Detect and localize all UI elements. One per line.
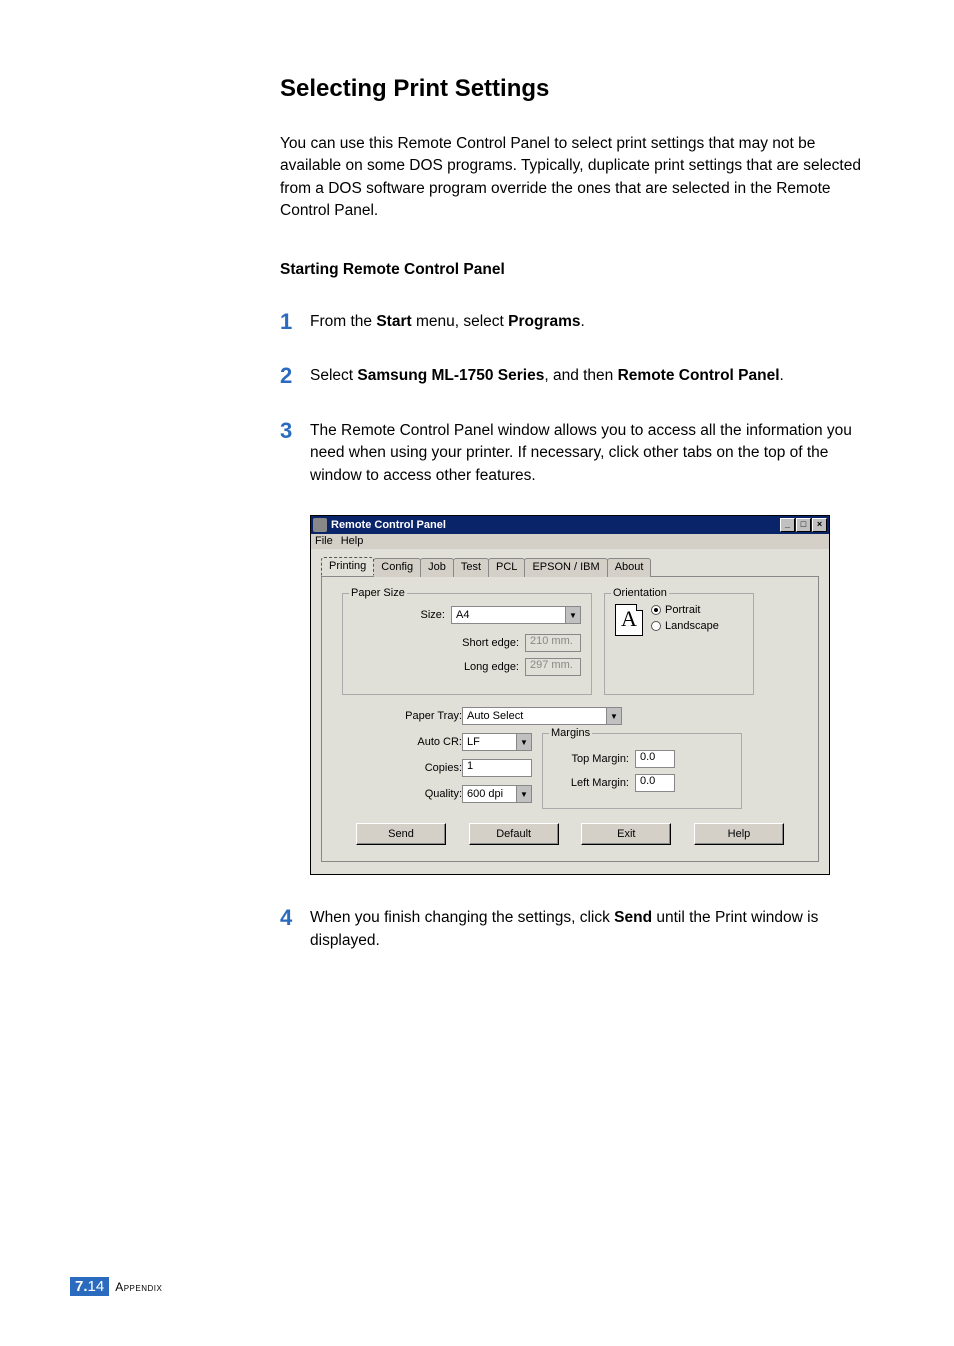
fieldset-margins: Margins Top Margin: 0.0 Left Margin: 0.0 [542, 733, 742, 809]
step-number: 2 [280, 363, 310, 389]
bold-text: Send [614, 909, 652, 926]
chevron-down-icon: ▼ [516, 786, 531, 802]
bold-text: Start [376, 313, 411, 330]
footer-page-badge: 7.14 [70, 1277, 109, 1296]
tab-strip: Printing Config Job Test PCL EPSON / IBM… [321, 557, 819, 577]
text: . [780, 367, 784, 384]
titlebar: Remote Control Panel _ □ × [311, 516, 829, 534]
step-number: 1 [280, 309, 310, 335]
help-button[interactable]: Help [694, 823, 784, 845]
radio-label: Landscape [665, 620, 719, 632]
text: Select [310, 367, 357, 384]
legend: Margins [549, 727, 592, 739]
app-icon [313, 518, 327, 532]
chevron-down-icon: ▼ [606, 708, 621, 724]
sub-heading: Starting Remote Control Panel [280, 261, 870, 279]
radio-portrait[interactable]: Portrait [651, 604, 719, 616]
left-margin-input[interactable]: 0.0 [635, 774, 675, 792]
step-3: 3 The Remote Control Panel window allows… [280, 418, 870, 487]
radio-icon [651, 605, 661, 615]
auto-cr-value: LF [463, 736, 516, 748]
exit-button[interactable]: Exit [581, 823, 671, 845]
paper-tray-label: Paper Tray: [342, 710, 462, 722]
radio-label: Portrait [665, 604, 700, 616]
top-margin-input[interactable]: 0.0 [635, 750, 675, 768]
orientation-preview-icon: A [615, 604, 643, 636]
quality-label: Quality: [342, 788, 462, 800]
step-number: 3 [280, 418, 310, 487]
long-edge-label: Long edge: [464, 661, 519, 673]
footer-section-label: Appendix [115, 1280, 162, 1294]
page-footer: 7.14 Appendix [70, 1277, 162, 1296]
paper-tray-dropdown[interactable]: Auto Select ▼ [462, 707, 622, 725]
long-edge-input: 297 mm. [525, 658, 581, 676]
chapter-num: 7. [75, 1278, 88, 1295]
fieldset-paper-size: Paper Size Size: A4 ▼ Short edge: 210 [342, 593, 592, 695]
text: menu, select [412, 313, 509, 330]
text: . [581, 313, 585, 330]
rcp-window: Remote Control Panel _ □ × File Help Pri… [310, 515, 830, 875]
window-title: Remote Control Panel [331, 519, 446, 531]
default-button[interactable]: Default [469, 823, 559, 845]
auto-cr-dropdown[interactable]: LF ▼ [462, 733, 532, 751]
screenshot-remote-control-panel: Remote Control Panel _ □ × File Help Pri… [310, 515, 870, 875]
size-value: A4 [452, 609, 565, 621]
radio-icon [651, 621, 661, 631]
fieldset-orientation: Orientation A Portrait [604, 593, 754, 695]
step-2: 2 Select Samsung ML-1750 Series, and the… [280, 363, 870, 389]
chevron-down-icon: ▼ [565, 607, 580, 623]
step-text: The Remote Control Panel window allows y… [310, 418, 870, 487]
legend: Paper Size [349, 587, 407, 599]
left-margin-label: Left Margin: [553, 777, 629, 789]
tab-epson-ibm[interactable]: EPSON / IBM [524, 558, 607, 577]
minimize-button[interactable]: _ [780, 518, 795, 532]
step-text: Select Samsung ML-1750 Series, and then … [310, 363, 784, 389]
tab-test[interactable]: Test [453, 558, 489, 577]
top-margin-label: Top Margin: [553, 753, 629, 765]
tab-content: Paper Size Size: A4 ▼ Short edge: 210 [321, 577, 819, 862]
bold-text: Samsung ML-1750 Series [357, 367, 544, 384]
quality-dropdown[interactable]: 600 dpi ▼ [462, 785, 532, 803]
step-1: 1 From the Start menu, select Programs. [280, 309, 870, 335]
step-text: From the Start menu, select Programs. [310, 309, 585, 335]
radio-landscape[interactable]: Landscape [651, 620, 719, 632]
tab-job[interactable]: Job [420, 558, 454, 577]
section-heading: Selecting Print Settings [280, 75, 870, 103]
paper-tray-value: Auto Select [463, 710, 606, 722]
text: From the [310, 313, 376, 330]
quality-value: 600 dpi [463, 788, 516, 800]
intro-paragraph: You can use this Remote Control Panel to… [280, 133, 870, 223]
tab-about[interactable]: About [607, 558, 652, 577]
menu-help[interactable]: Help [341, 535, 364, 547]
tab-pcl[interactable]: PCL [488, 558, 525, 577]
copies-input[interactable]: 1 [462, 759, 532, 777]
page-num: 14 [88, 1278, 105, 1295]
step-text: When you finish changing the settings, c… [310, 905, 870, 952]
close-button[interactable]: × [812, 518, 827, 532]
bold-text: Programs [508, 313, 580, 330]
text: When you finish changing the settings, c… [310, 909, 614, 926]
send-button[interactable]: Send [356, 823, 446, 845]
step-number: 4 [280, 905, 310, 952]
copies-label: Copies: [342, 762, 462, 774]
step-4: 4 When you finish changing the settings,… [280, 905, 870, 952]
bold-text: Remote Control Panel [618, 367, 780, 384]
size-dropdown[interactable]: A4 ▼ [451, 606, 581, 624]
chevron-down-icon: ▼ [516, 734, 531, 750]
short-edge-input: 210 mm. [525, 634, 581, 652]
legend: Orientation [611, 587, 669, 599]
short-edge-label: Short edge: [462, 637, 519, 649]
menu-file[interactable]: File [315, 535, 333, 547]
maximize-button[interactable]: □ [796, 518, 811, 532]
tab-config[interactable]: Config [373, 558, 421, 577]
menubar: File Help [311, 534, 829, 549]
tab-printing[interactable]: Printing [321, 557, 374, 576]
auto-cr-label: Auto CR: [342, 736, 462, 748]
text: , and then [544, 367, 617, 384]
size-label: Size: [421, 609, 445, 621]
